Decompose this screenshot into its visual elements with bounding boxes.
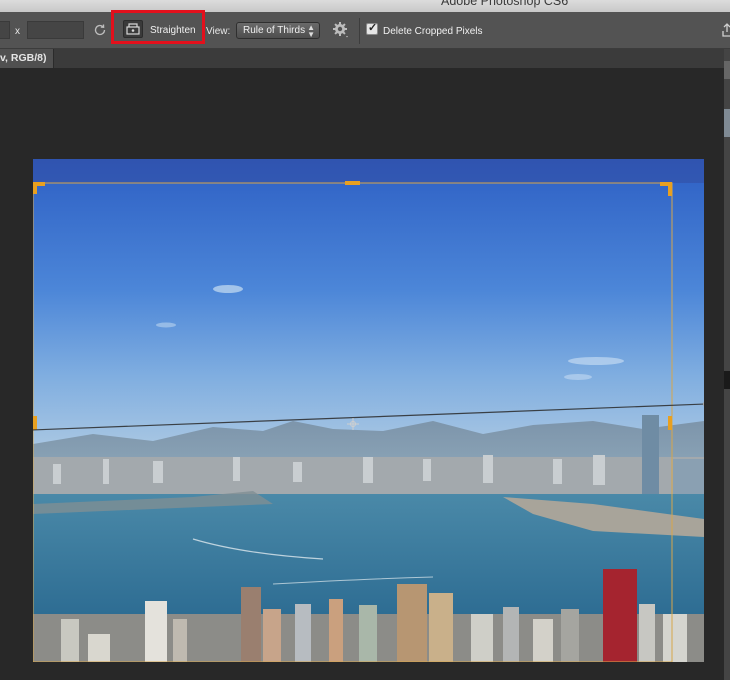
options-bar: x Straighten View: Rule of Thirds ▲ ▼ ✓ …	[0, 10, 730, 49]
rotate-icon[interactable]	[93, 23, 107, 37]
panel-strip	[724, 49, 730, 680]
crop-handle[interactable]	[668, 416, 672, 430]
sky	[33, 159, 704, 449]
panel-button[interactable]	[724, 109, 730, 137]
line-end-handle[interactable]	[703, 401, 705, 407]
straighten-label: Straighten	[150, 25, 196, 36]
photo-canvas[interactable]	[33, 159, 704, 662]
panel-button[interactable]	[724, 61, 730, 79]
window-title: Adobe Photoshop CS6	[441, 0, 569, 8]
crop-handle[interactable]	[33, 416, 37, 430]
document-tab-label: v, RGB/8)	[0, 52, 47, 64]
cloud	[156, 322, 176, 328]
crop-handle[interactable]	[668, 182, 672, 196]
document-tab[interactable]: v, RGB/8)	[0, 49, 54, 68]
sky-top-band	[33, 159, 704, 183]
delete-cropped-checkbox[interactable]: ✓	[366, 22, 378, 35]
ratio-separator: x	[15, 26, 20, 37]
checkmark-icon: ✓	[368, 22, 378, 34]
width-field[interactable]	[0, 21, 10, 39]
updown-arrows-icon: ▲ ▼	[307, 23, 315, 39]
crop-handle[interactable]	[345, 181, 360, 185]
view-overlay-select[interactable]: Rule of Thirds ▲ ▼	[236, 22, 320, 39]
height-field[interactable]	[27, 21, 84, 39]
title-bar: Adobe Photoshop CS6	[0, 0, 730, 12]
cloud	[564, 374, 592, 380]
cloud	[213, 285, 243, 293]
panel-button[interactable]	[724, 371, 730, 389]
gear-icon[interactable]	[332, 21, 350, 39]
document-tab-bar: v, RGB/8)	[0, 49, 724, 68]
level-icon	[123, 20, 143, 38]
view-select-value: Rule of Thirds	[243, 25, 306, 36]
view-label: View:	[206, 26, 231, 37]
cloud	[568, 357, 624, 365]
crop-handle[interactable]	[33, 182, 37, 194]
share-icon[interactable]	[720, 22, 730, 38]
straighten-button[interactable]: Straighten	[111, 10, 209, 45]
delete-cropped-label: Delete Cropped Pixels	[383, 26, 483, 37]
separator	[359, 18, 360, 44]
